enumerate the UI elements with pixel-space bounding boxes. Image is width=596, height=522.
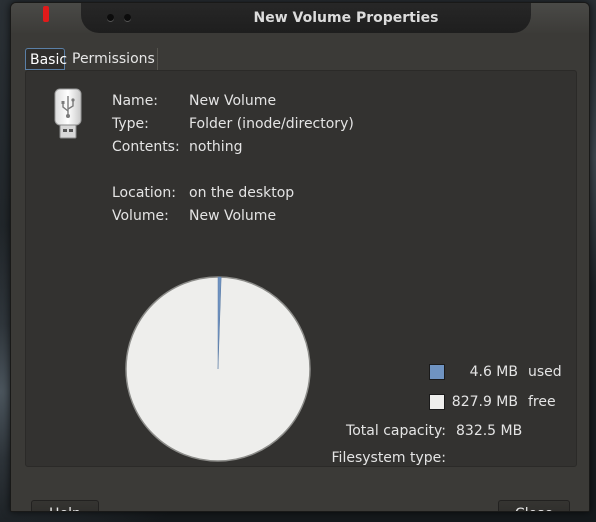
type-label: Type: [112,116,149,132]
used-label: used [528,364,562,380]
volume-label: Volume: [112,208,169,224]
free-amount: 827.9 MB [451,394,518,410]
total-capacity-label: Total capacity: [346,423,446,439]
location-value: on the desktop [189,185,295,201]
type-value: Folder (inode/directory) [189,116,354,132]
used-amount: 4.6 MB [469,364,518,380]
volume-value: New Volume [189,208,277,224]
tab-permissions[interactable]: Permissions [68,48,158,70]
usage-pie-chart [125,276,311,462]
help-button[interactable]: Help [31,500,99,511]
free-label: free [528,394,556,410]
close-button[interactable]: Close [498,500,570,511]
location-label: Location: [112,185,176,201]
window-title: New Volume Properties [253,10,439,26]
total-capacity-value: 832.5 MB [456,423,523,439]
title-bar[interactable]: New Volume Properties [11,3,589,33]
usb-drive-icon [54,88,82,139]
name-value: New Volume [189,93,277,109]
window-marker-icon [43,6,49,22]
basic-panel: Name: New Volume Type: Folder (inode/dir… [25,70,577,467]
tab-basic[interactable]: Basic [25,48,67,70]
contents-label: Contents: [112,139,180,155]
name-label: Name: [112,93,159,109]
filesystem-type-label: Filesystem type: [331,450,446,466]
contents-value: nothing [189,139,243,155]
dialog-content: Basic Permissions Name: New Volume Type:… [11,33,589,511]
properties-window: New Volume Properties Basic Permissions [10,2,590,512]
